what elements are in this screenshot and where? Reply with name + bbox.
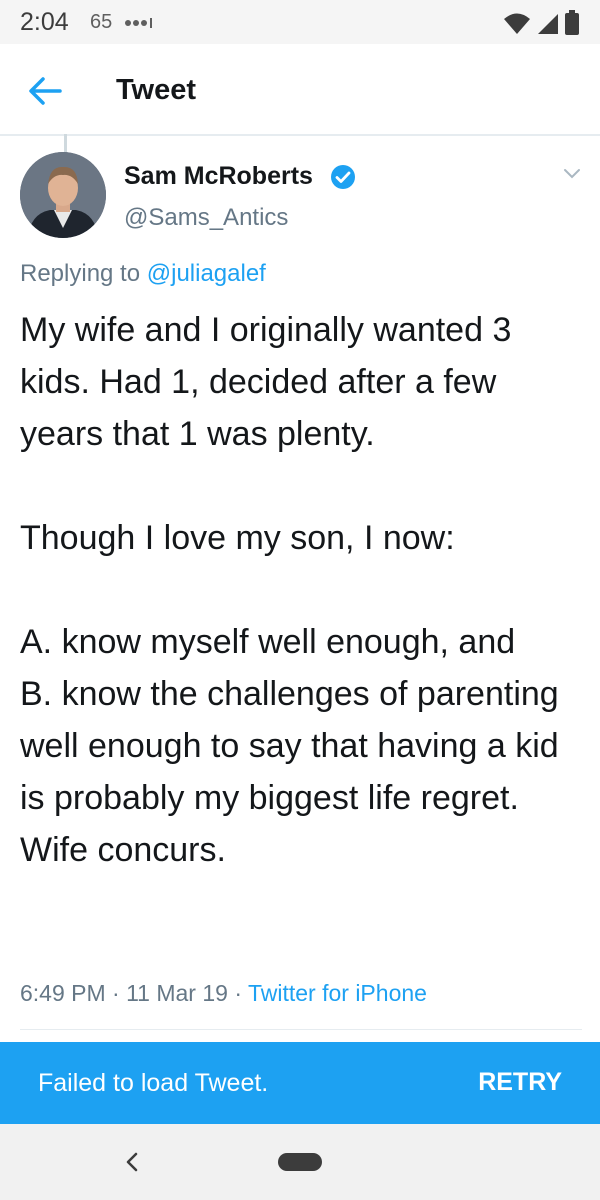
replying-to-label: Replying to xyxy=(20,260,147,287)
tweet-meta: 6:49 PM · 11 Mar 19 · Twitter for iPhone xyxy=(20,980,427,1007)
chevron-down-icon[interactable] xyxy=(562,166,582,180)
status-time: 2:04 xyxy=(20,8,69,36)
status-notification-count: 65 xyxy=(90,11,113,33)
tweet-timestamp: 6:49 PM · 11 Mar 19 · xyxy=(20,980,248,1006)
reply-to-link[interactable]: @juliagalef xyxy=(147,260,266,287)
system-nav-bar xyxy=(0,1124,600,1200)
signal-dots-icon xyxy=(125,18,152,28)
verified-badge-icon xyxy=(331,165,355,189)
snackbar-message: Failed to load Tweet. xyxy=(38,1069,269,1097)
retry-button[interactable]: RETRY xyxy=(478,1068,562,1097)
tweet-source-link[interactable]: Twitter for iPhone xyxy=(248,980,427,1006)
replying-to: Replying to @juliagalef xyxy=(20,260,266,288)
back-chevron-icon[interactable] xyxy=(120,1148,144,1176)
author-handle[interactable]: @Sams_Antics xyxy=(124,204,288,232)
avatar-photo xyxy=(20,152,106,238)
cell-signal-icon xyxy=(537,14,558,34)
page-title: Tweet xyxy=(116,74,197,106)
app-header: Tweet xyxy=(0,44,600,136)
author-name[interactable]: Sam McRoberts xyxy=(124,162,313,191)
back-arrow-icon[interactable] xyxy=(26,72,64,110)
avatar[interactable] xyxy=(20,152,106,238)
tweet-text: My wife and I originally wanted 3 kids. … xyxy=(20,311,559,869)
divider xyxy=(20,1029,582,1030)
status-bar: 2:04 65 xyxy=(0,0,600,44)
wifi-icon xyxy=(504,13,531,34)
home-pill-icon[interactable] xyxy=(278,1153,322,1171)
error-snackbar: Failed to load Tweet. RETRY xyxy=(0,1042,600,1124)
battery-icon xyxy=(565,10,579,35)
status-icons xyxy=(503,10,580,41)
